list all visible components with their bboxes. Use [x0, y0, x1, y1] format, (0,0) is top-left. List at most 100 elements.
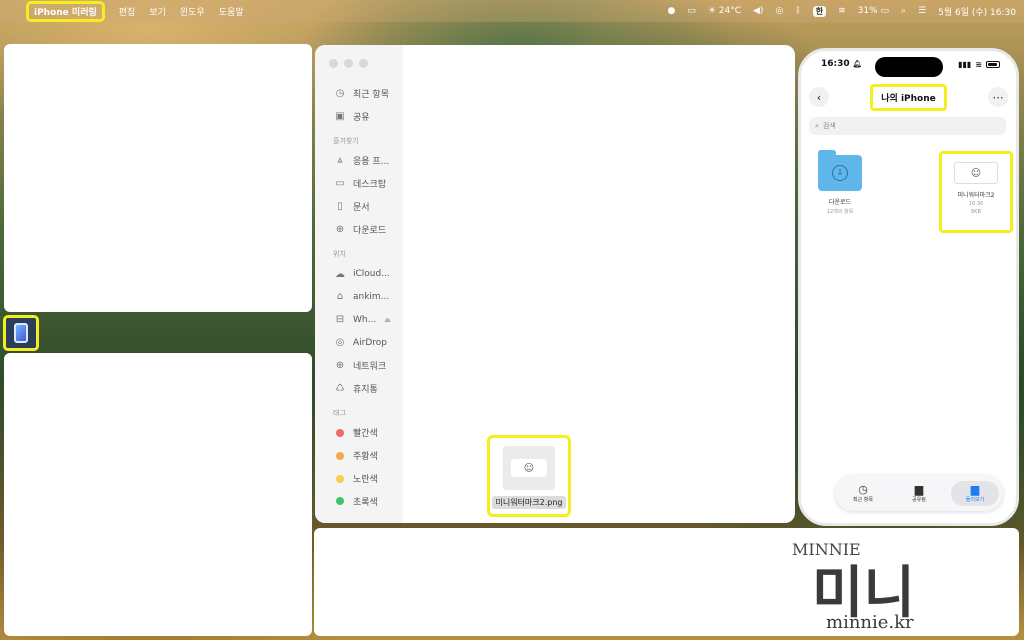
sidebar-item-network[interactable]: ⊕ 네트워크: [315, 354, 403, 377]
tab-browse[interactable]: ▆ 둘러보기: [951, 480, 999, 506]
airdrop-icon: ◎: [335, 337, 345, 349]
window-controls: [315, 55, 403, 82]
sidebar-item-label: ankim...: [353, 291, 390, 302]
tag-dot-red: [336, 428, 344, 437]
sidebar-item-applications[interactable]: ⩓ 응용 프...: [315, 150, 403, 173]
sidebar-item-documents[interactable]: ▯ 문서: [315, 195, 403, 218]
close-button[interactable]: [329, 59, 338, 68]
sidebar-tag-yellow[interactable]: 노란색: [315, 467, 403, 490]
menu-view[interactable]: 보기: [149, 5, 166, 18]
search-placeholder: 검색: [822, 122, 836, 130]
files-tab-bar: ◷ 최근 항목 ▆ 공유됨 ▆ 둘러보기: [835, 475, 1003, 511]
sidebar-item-label: 빨간색: [353, 429, 378, 440]
tab-shared[interactable]: ▆ 공유됨: [895, 481, 943, 506]
file-item-watermark-png[interactable]: ☺ 미니워터마크2.png: [487, 435, 571, 517]
iphone-mirroring-dock-icon[interactable]: [3, 315, 39, 351]
sidebar-item-recents[interactable]: ◷ 최근 항목: [315, 82, 403, 105]
sidebar-item-icloud[interactable]: ☁ iCloud...: [315, 263, 403, 286]
menu-help[interactable]: 도움말: [219, 5, 244, 18]
minimize-button[interactable]: [344, 59, 353, 68]
sidebar-item-desktop[interactable]: ▭ 데스크탑: [315, 172, 403, 195]
iphone-mirroring-window: 16:30 🔔︎ ▮▮▮ ≋ ‹ 나의 iPhone ⋯ ⌕ 검색 ↓ 다운로드…: [798, 48, 1019, 526]
files-nav-bar: ‹ 나의 iPhone ⋯: [809, 83, 1008, 111]
download-icon: ⊕: [335, 223, 345, 235]
weather-status[interactable]: ☀ 24°C: [708, 6, 741, 16]
menu-edit[interactable]: 편집: [119, 5, 136, 18]
sidebar-item-label: AirDrop: [353, 337, 388, 348]
shared-folder-icon: ▆: [914, 482, 924, 496]
file-item-watermark[interactable]: ☺ 미니워터마크2 16:30 8KB: [939, 151, 1013, 233]
folder-icon: ▆: [970, 482, 980, 496]
sidebar-item-drive[interactable]: ⊟ Wh... ⏏: [315, 308, 403, 331]
sidebar-item-trash[interactable]: ♺ 휴지통: [315, 377, 403, 400]
zoom-button[interactable]: [359, 59, 368, 68]
sidebar-item-home[interactable]: ⌂ ankim...: [315, 286, 403, 309]
search-input[interactable]: ⌕ 검색: [809, 117, 1006, 135]
battery-percent: 31%: [857, 6, 878, 16]
watermark-line3: minnie.kr: [826, 612, 914, 633]
more-button[interactable]: ⋯: [987, 87, 1008, 107]
file-name: 미니워터마크2: [957, 192, 995, 199]
blank-panel-top-left: [4, 44, 312, 312]
chat-icon[interactable]: ●: [667, 6, 675, 16]
bluetooth-icon[interactable]: ᛒ: [795, 6, 800, 16]
sidebar-tag-green[interactable]: 초록색: [315, 490, 403, 513]
sidebar-item-shared[interactable]: ▣ 공유: [315, 105, 403, 128]
sidebar-item-label: 노란색: [353, 475, 378, 486]
sidebar-item-label: 문서: [353, 203, 370, 214]
tab-label: 최근 항목: [853, 496, 873, 503]
tab-label: 공유됨: [912, 496, 926, 503]
airdrop-status-icon[interactable]: ◎: [775, 6, 783, 16]
folder-item-downloads[interactable]: ↓ 다운로드 12개의 항목: [815, 150, 865, 215]
clock-icon: ◷: [335, 87, 345, 99]
sidebar-item-label: iCloud...: [353, 269, 390, 280]
tag-dot-green: [336, 497, 344, 506]
sidebar-tag-orange[interactable]: 주황색: [315, 444, 403, 467]
iphone-time: 16:30: [821, 59, 850, 69]
battery-status[interactable]: 31% ▭: [858, 6, 889, 16]
section-favorites: 즐겨찾기: [333, 136, 359, 145]
download-icon: ↓: [832, 165, 848, 181]
finder-window: ◷ 최근 항목 ▣ 공유 즐겨찾기 ⩓ 응용 프... ▭ 데스크탑 ▯ 문서 ⊕ 다운로드…: [315, 45, 795, 523]
drive-icon: ⊟: [335, 314, 345, 326]
document-icon: ▯: [337, 201, 343, 213]
applications-icon: ⩓: [337, 155, 343, 167]
input-method-indicator[interactable]: 한: [812, 5, 827, 17]
section-tags: 태그: [333, 408, 346, 417]
network-icon: ⊕: [335, 359, 345, 371]
tag-dot-yellow: [336, 474, 344, 483]
file-thumbnail: ☺: [503, 446, 555, 490]
sidebar-tag-red[interactable]: 빨간색: [315, 422, 403, 445]
volume-icon[interactable]: ◀): [753, 6, 763, 16]
sidebar-item-label: 네트워크: [353, 361, 387, 372]
clock-icon: ◷: [858, 482, 868, 496]
tab-label: 둘러보기: [965, 496, 985, 503]
clock-datetime[interactable]: 5월 6일 (수) 16:30: [938, 5, 1016, 18]
home-icon: ⌂: [336, 291, 344, 303]
file-name: 미니워터마크2.png: [492, 496, 566, 509]
search-icon[interactable]: ⌕: [901, 6, 906, 16]
sidebar-item-label: 데스크탑: [353, 180, 387, 191]
file-time: 16:30: [968, 201, 984, 207]
sidebar-item-label: 공유: [353, 112, 370, 123]
folder-name: 다운로드: [828, 199, 852, 206]
wifi-icon[interactable]: ≋: [838, 6, 846, 16]
weather-temp: 24°C: [718, 6, 742, 16]
sidebar-item-label: 다운로드: [353, 225, 387, 236]
watermark-logo: MINNIE 미니 minnie.kr: [792, 538, 952, 638]
menu-bar: iPhone 미러링 편집 보기 윈도우 도움말 ● ▭ ☀ 24°C ◀) ◎…: [0, 0, 1024, 22]
wifi-icon: ≋: [975, 59, 982, 69]
sidebar-item-label: Wh...: [353, 314, 377, 325]
control-center-icon[interactable]: ☰: [918, 6, 926, 16]
display-icon[interactable]: ▭: [687, 6, 696, 16]
page-title: 나의 iPhone: [870, 83, 947, 111]
section-locations: 위치: [333, 249, 346, 258]
back-button[interactable]: ‹: [809, 87, 829, 107]
status-area: ● ▭ ☀ 24°C ◀) ◎ ᛒ 한 ≋ 31% ▭ ⌕ ☰ 5월 6일 (수…: [667, 5, 1016, 18]
app-menu-iphone-mirroring[interactable]: iPhone 미러링: [26, 0, 105, 22]
tab-recents[interactable]: ◷ 최근 항목: [839, 481, 887, 506]
eject-icon[interactable]: ⏏: [384, 316, 391, 324]
sidebar-item-airdrop[interactable]: ◎ AirDrop: [315, 331, 403, 354]
menu-window[interactable]: 윈도우: [180, 5, 205, 18]
sidebar-item-downloads[interactable]: ⊕ 다운로드: [315, 218, 403, 241]
